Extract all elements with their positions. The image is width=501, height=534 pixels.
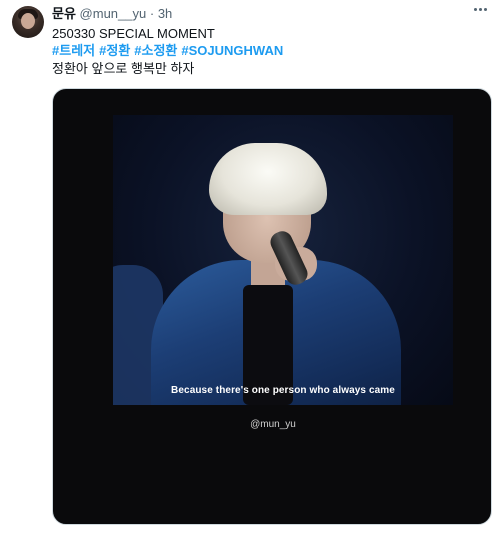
- hashtag-link[interactable]: #정환: [99, 43, 130, 58]
- watermark-text: @mun_yu: [250, 419, 296, 430]
- timestamp[interactable]: 3h: [158, 6, 172, 21]
- performer-hair: [209, 143, 327, 215]
- hashtag-link[interactable]: #트레저: [52, 43, 95, 58]
- tweet-text-line-1: 250330 SPECIAL MOMENT: [52, 26, 215, 41]
- display-name[interactable]: 문유: [52, 6, 76, 21]
- media-image[interactable]: Because there's one person who always ca…: [52, 88, 492, 525]
- tweet-hashtags: #트레저 #정환 #소정환 #SOJUNGHWAN: [52, 43, 287, 59]
- hashtag-link[interactable]: #소정환: [134, 43, 177, 58]
- tweet-header: 문유 @mun__yu · 3h: [52, 6, 172, 22]
- tweet: 문유 @mun__yu · 3h 250330 SPECIAL MOMENT #…: [0, 0, 501, 534]
- more-horizontal-icon[interactable]: [474, 8, 487, 11]
- avatar-face: [21, 13, 35, 29]
- video-subtitle: Because there's one person who always ca…: [171, 385, 395, 396]
- concert-screen: Because there's one person who always ca…: [113, 115, 453, 405]
- hashtag-link[interactable]: #SOJUNGHWAN: [181, 43, 283, 58]
- tweet-text-line-3: 정환아 앞으로 행복만 하자: [52, 61, 195, 76]
- user-handle[interactable]: @mun__yu: [80, 6, 147, 21]
- avatar[interactable]: [12, 6, 44, 38]
- separator-dot: ·: [149, 6, 155, 21]
